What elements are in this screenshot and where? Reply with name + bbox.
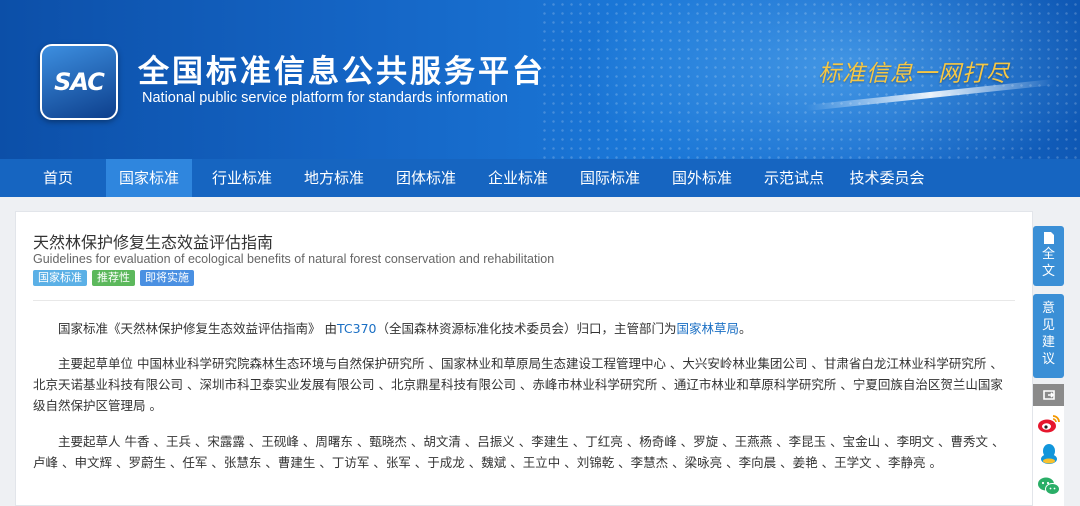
department-link[interactable]: 国家林草局: [677, 321, 740, 336]
site-slogan: 标准信息一网打尽: [818, 61, 1010, 87]
fulltext-button[interactable]: 全 文: [1033, 226, 1064, 286]
logo-text: SAC: [54, 68, 105, 96]
standard-tags: 国家标准 推荐性 即将实施: [33, 270, 194, 286]
share-toolbar: [1033, 384, 1064, 506]
intro-suffix: 。: [739, 321, 752, 336]
tag-recommended: 推荐性: [92, 270, 135, 286]
site-subtitle: National public service platform for sta…: [142, 90, 508, 106]
nav-item-group-standards[interactable]: 团体标准: [383, 159, 469, 197]
main-nav: 首页 国家标准 行业标准 地方标准 团体标准 企业标准 国际标准 国外标准 示范…: [0, 159, 1080, 197]
nav-item-industry-standards[interactable]: 行业标准: [199, 159, 285, 197]
nav-item-technical-committees[interactable]: 技术委员会: [843, 159, 931, 197]
header-banner: SAC 全国标准信息公共服务平台 National public service…: [0, 0, 1080, 159]
sac-logo[interactable]: SAC: [40, 44, 118, 120]
feedback-label: 意 见 建 议: [1033, 294, 1064, 368]
fulltext-char-1: 全: [1041, 247, 1055, 262]
share-button[interactable]: [1033, 384, 1064, 406]
drafting-units-paragraph: 主要起草单位 中国林业科学研究院森林生态环境与自然保护研究所 、国家林业和草原局…: [33, 356, 1003, 413]
drafters-paragraph: 主要起草人 牛香 、王兵 、宋露露 、王砚峰 、周曙东 、甄晓杰 、胡文清 、吕…: [33, 434, 1005, 470]
standard-title-english: Guidelines for evaluation of ecological …: [33, 252, 555, 266]
feedback-char-2: 见: [1041, 318, 1055, 333]
nav-item-home[interactable]: 首页: [28, 159, 88, 197]
fulltext-char-2: 文: [1041, 264, 1055, 279]
standard-detail-card: 天然林保护修复生态效益评估指南 Guidelines for evaluatio…: [15, 211, 1033, 506]
nav-item-national-standards[interactable]: 国家标准: [106, 159, 192, 197]
tc370-link[interactable]: TC370: [337, 321, 377, 336]
wechat-share-button[interactable]: [1033, 472, 1064, 500]
feedback-button[interactable]: 意 见 建 议: [1033, 294, 1064, 378]
divider: [33, 300, 1015, 301]
feedback-char-4: 议: [1041, 352, 1055, 367]
qq-penguin-icon: [1040, 444, 1057, 464]
feedback-char-3: 建: [1041, 335, 1055, 350]
wechat-icon: [1037, 477, 1060, 495]
nav-item-enterprise-standards[interactable]: 企业标准: [475, 159, 561, 197]
nav-item-local-standards[interactable]: 地方标准: [291, 159, 377, 197]
nav-item-international-standards[interactable]: 国际标准: [567, 159, 653, 197]
nav-item-foreign-standards[interactable]: 国外标准: [659, 159, 745, 197]
intro-prefix: 国家标准《天然林保护修复生态效益评估指南》 由: [58, 321, 337, 336]
intro-middle: （全国森林资源标准化技术委员会）归口，主管部门为: [376, 321, 677, 336]
document-icon: [1043, 232, 1054, 244]
tag-upcoming: 即将实施: [140, 270, 194, 286]
site-title: 全国标准信息公共服务平台: [138, 54, 546, 90]
tag-national-standard: 国家标准: [33, 270, 87, 286]
feedback-char-1: 意: [1041, 301, 1055, 316]
weibo-icon: [1037, 415, 1060, 433]
standard-title: 天然林保护修复生态效益评估指南: [33, 233, 274, 252]
share-arrow-icon: [1042, 390, 1055, 400]
intro-paragraph: 国家标准《天然林保护修复生态效益评估指南》 由TC370（全国森林资源标准化技术…: [33, 318, 1015, 339]
nav-item-demo-pilots[interactable]: 示范试点: [751, 159, 837, 197]
weibo-share-button[interactable]: [1033, 410, 1064, 438]
fulltext-label: 全 文: [1033, 246, 1064, 280]
qq-share-button[interactable]: [1033, 440, 1064, 468]
